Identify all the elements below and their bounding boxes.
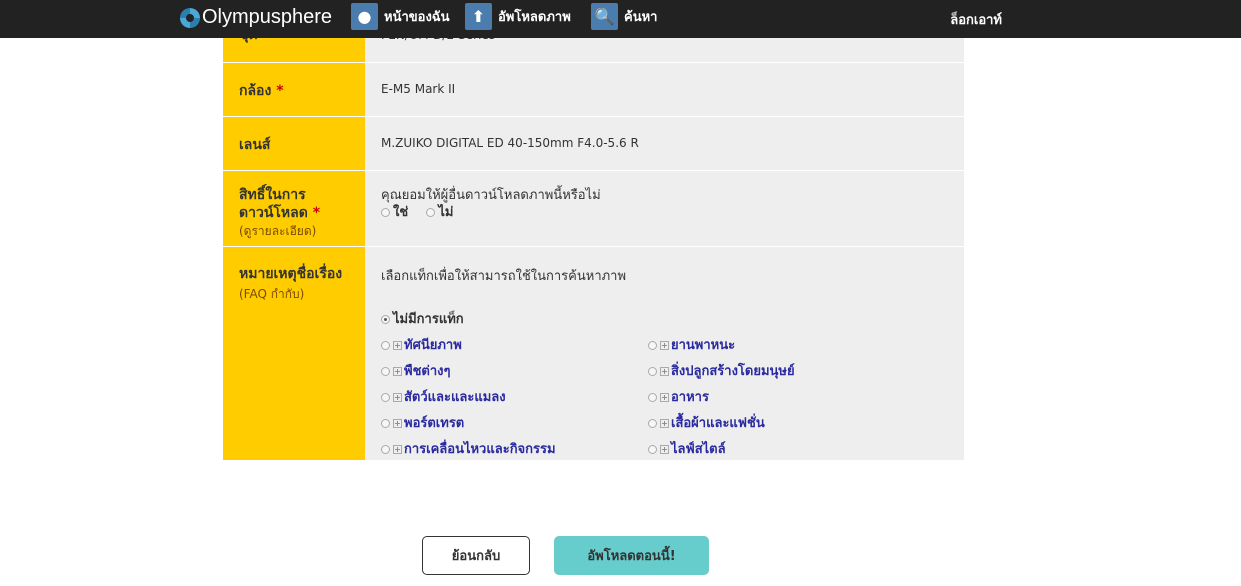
tag-option[interactable]: + พอร์ตเทรต <box>381 412 648 433</box>
radio-icon[interactable] <box>648 393 657 402</box>
tag-option[interactable]: + สัตว์และและแมลง <box>381 386 648 407</box>
expand-icon[interactable]: + <box>660 419 669 428</box>
top-navbar: Olympusphere ● หน้าของฉัน ⬆ อัพโหลดภาพ 🔍 ค้… <box>0 0 1241 38</box>
radio-icon[interactable] <box>381 315 390 324</box>
upload-now-button[interactable]: อัพโหลดตอนนี้! <box>554 536 709 575</box>
download-question: คุณยอมให้ผู้อื่นดาวน์โหลดภาพนี้หรือไม่ <box>381 188 601 203</box>
nav-search[interactable]: 🔍 ค้นหา <box>591 3 657 30</box>
radio-icon[interactable] <box>381 419 390 428</box>
expand-icon[interactable]: + <box>660 341 669 350</box>
tag-label: เสื้อผ้าและแฟชั่น <box>671 416 765 431</box>
radio-icon[interactable] <box>381 445 390 454</box>
logout-link[interactable]: ล็อกเอาท์ <box>950 9 1002 30</box>
row-tags: หมายเหตุชื่อเรื่อง (FAQ กำกับ) เลือกแท็ก… <box>223 247 964 460</box>
tag-label: สัตว์และและแมลง <box>404 390 506 405</box>
details-link[interactable]: (ดูรายละเอียด) <box>239 222 365 240</box>
lens-label: เลนส์ <box>223 117 365 170</box>
tag-option[interactable]: + สิ่งปลูกสร้างโดยมนุษย์ <box>648 360 948 381</box>
radio-icon[interactable] <box>426 208 436 217</box>
tag-option[interactable]: + ทัศนียภาพ <box>381 334 648 355</box>
tag-label: ยานพาหนะ <box>671 338 736 353</box>
tag-option[interactable]: + การเคลื่อนไหวและกิจกรรม <box>381 438 648 459</box>
expand-icon[interactable]: + <box>393 445 402 454</box>
nav-label: อัพโหลดภาพ <box>498 10 571 25</box>
tag-option[interactable]: + ยานพาหนะ <box>648 334 948 355</box>
tags-hint: เลือกแท็กเพื่อให้สามารถใช้ในการค้นหาภาพ <box>381 269 627 284</box>
camera-label: กล้อง * <box>223 63 365 116</box>
radio-icon[interactable] <box>648 367 657 376</box>
tags-label: หมายเหตุชื่อเรื่อง (FAQ กำกับ) <box>223 247 365 460</box>
tags-value: เลือกแท็กเพื่อให้สามารถใช้ในการค้นหาภาพ … <box>365 247 964 460</box>
radio-icon[interactable] <box>648 419 657 428</box>
radio-icon[interactable] <box>381 208 390 217</box>
download-value: คุณยอมให้ผู้อื่นดาวน์โหลดภาพนี้หรือไม่ ใ… <box>365 171 964 246</box>
expand-icon[interactable]: + <box>393 419 402 428</box>
required-mark: * <box>312 205 321 221</box>
radio-icon[interactable] <box>381 341 390 350</box>
faq-link[interactable]: (FAQ กำกับ) <box>239 284 365 304</box>
search-icon: 🔍 <box>591 3 618 30</box>
back-button[interactable]: ย้อนกลับ <box>422 536 530 575</box>
expand-icon[interactable]: + <box>660 445 669 454</box>
radio-label: ไม่มีการแท็ก <box>393 312 464 327</box>
tag-label: ทัศนียภาพ <box>404 338 462 353</box>
download-label-2: ดาวน์โหลด <box>239 205 308 221</box>
radio-icon[interactable] <box>648 341 657 350</box>
expand-icon[interactable]: + <box>393 393 402 402</box>
camera-label-text: กล้อง <box>239 83 272 99</box>
radio-icon[interactable] <box>381 367 390 376</box>
tag-label: พืชต่างๆ <box>404 364 451 379</box>
expand-icon[interactable]: + <box>393 341 402 350</box>
radio-icon[interactable] <box>648 445 657 454</box>
tag-label: ไลฟ์สไตล์ <box>671 442 726 457</box>
nav-upload[interactable]: ⬆ อัพโหลดภาพ <box>465 3 571 30</box>
radio-label: ใช่ <box>393 205 409 220</box>
row-camera: กล้อง * E-M5 Mark II <box>223 63 964 117</box>
nav-my-page[interactable]: ● หน้าของฉัน <box>351 3 450 30</box>
tag-label: การเคลื่อนไหวและกิจกรรม <box>404 442 556 457</box>
download-label: สิทธิ์ในการ ดาวน์โหลด * (ดูรายละเอียด) <box>223 171 365 246</box>
upload-icon: ⬆ <box>465 3 492 30</box>
upload-form: ชุด PEN/OM-D/E-Series กล้อง * E-M5 Mark … <box>223 8 964 460</box>
download-label-1: สิทธิ์ในการ <box>239 187 306 203</box>
tag-option[interactable]: + ไลฟ์สไตล์ <box>648 438 948 459</box>
logo-text: Olympusphere <box>202 6 333 28</box>
row-download: สิทธิ์ในการ ดาวน์โหลด * (ดูรายละเอียด) ค… <box>223 171 964 247</box>
tag-label: สิ่งปลูกสร้างโดยมนุษย์ <box>671 364 795 379</box>
row-lens: เลนส์ M.ZUIKO DIGITAL ED 40-150mm F4.0-5… <box>223 117 964 171</box>
tag-option[interactable]: + พืชต่างๆ <box>381 360 648 381</box>
expand-icon[interactable]: + <box>660 393 669 402</box>
radio-label: ไม่ <box>438 205 454 220</box>
nav-label: หน้าของฉัน <box>384 10 450 25</box>
camera-value: E-M5 Mark II <box>365 63 964 116</box>
tag-label: พอร์ตเทรต <box>404 416 465 431</box>
nav-label: ค้นหา <box>624 10 658 25</box>
download-yes-radio[interactable]: ใช่ <box>381 205 408 220</box>
logo-icon <box>180 7 200 28</box>
tags-label-text: หมายเหตุชื่อเรื่อง <box>239 266 343 282</box>
required-mark: * <box>276 83 284 99</box>
logo[interactable]: Olympusphere <box>180 6 332 29</box>
expand-icon[interactable]: + <box>393 367 402 376</box>
profile-icon: ● <box>351 3 378 30</box>
tag-option[interactable]: + อาหาร <box>648 386 948 407</box>
tag-label: อาหาร <box>671 390 709 405</box>
tag-list: + ทัศนียภาพ + ยานพาหนะ + พืชต่างๆ + สิ่งปลูกสร้… <box>381 334 948 459</box>
download-no-radio[interactable]: ไม่ <box>426 205 453 220</box>
tag-option[interactable]: + เสื้อผ้าและแฟชั่น <box>648 412 948 433</box>
tag-none-radio[interactable]: ไม่มีการแท็ก <box>381 308 948 329</box>
expand-icon[interactable]: + <box>660 367 669 376</box>
radio-icon[interactable] <box>381 393 390 402</box>
lens-value: M.ZUIKO DIGITAL ED 40-150mm F4.0-5.6 R <box>365 117 964 170</box>
